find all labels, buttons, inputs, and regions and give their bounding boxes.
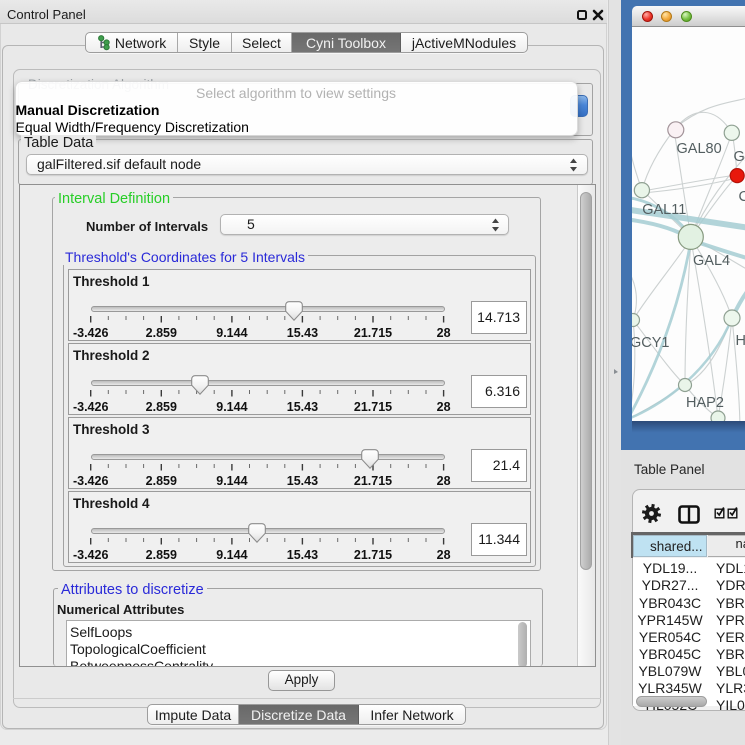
svg-text:HAP2: HAP2 bbox=[686, 395, 724, 411]
svg-text:GCY1: GCY1 bbox=[632, 335, 670, 351]
svg-text:C: C bbox=[739, 189, 745, 205]
svg-text:H: H bbox=[736, 333, 745, 349]
svg-text:GAL4: GAL4 bbox=[693, 253, 730, 269]
svg-text:GAL80: GAL80 bbox=[677, 141, 722, 157]
svg-text:GA: GA bbox=[734, 149, 745, 165]
svg-text:GAL11: GAL11 bbox=[642, 202, 686, 218]
